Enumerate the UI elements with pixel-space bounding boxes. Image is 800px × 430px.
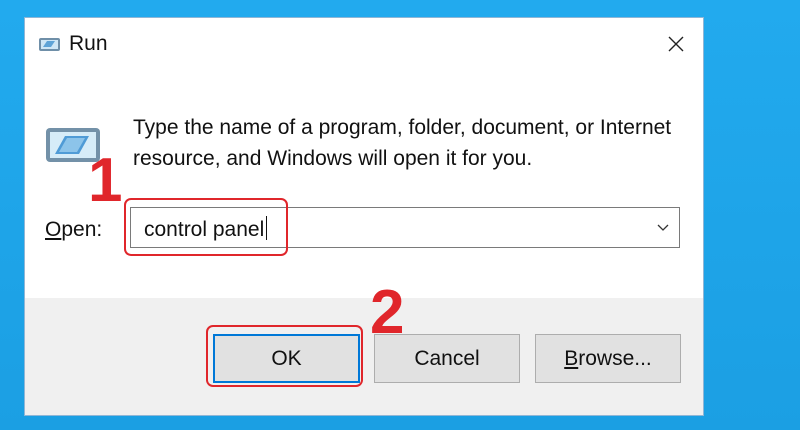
close-button[interactable] (663, 31, 689, 57)
cancel-button-label: Cancel (414, 346, 480, 370)
close-icon (668, 36, 684, 52)
open-label: Open: (45, 218, 102, 242)
window-title: Run (69, 32, 108, 55)
open-input[interactable]: control panel (144, 216, 268, 242)
open-label-text: pen: (61, 218, 103, 241)
open-label-accelerator: O (45, 218, 62, 241)
browse-button[interactable]: Browse... (535, 334, 681, 383)
run-icon (39, 38, 60, 51)
text-caret (266, 216, 268, 240)
chevron-down-icon[interactable] (655, 220, 671, 236)
description-text: Type the name of a program, folder, docu… (133, 116, 672, 170)
run-icon (46, 128, 100, 162)
browse-button-label: rowse... (578, 346, 652, 370)
cancel-button[interactable]: Cancel (374, 334, 520, 383)
ok-button[interactable]: OK (213, 334, 360, 383)
ok-button-label: OK (271, 346, 302, 370)
title-bar: Run (25, 18, 703, 70)
run-dialog: Run Type the name of a program, folder, … (24, 17, 704, 416)
dialog-body: Type the name of a program, folder, docu… (25, 70, 703, 298)
button-bar: OK Cancel Browse... (25, 298, 703, 415)
open-combobox[interactable]: control panel (130, 207, 680, 248)
open-input-value: control panel (144, 218, 265, 241)
browse-button-accelerator: B (564, 346, 579, 370)
